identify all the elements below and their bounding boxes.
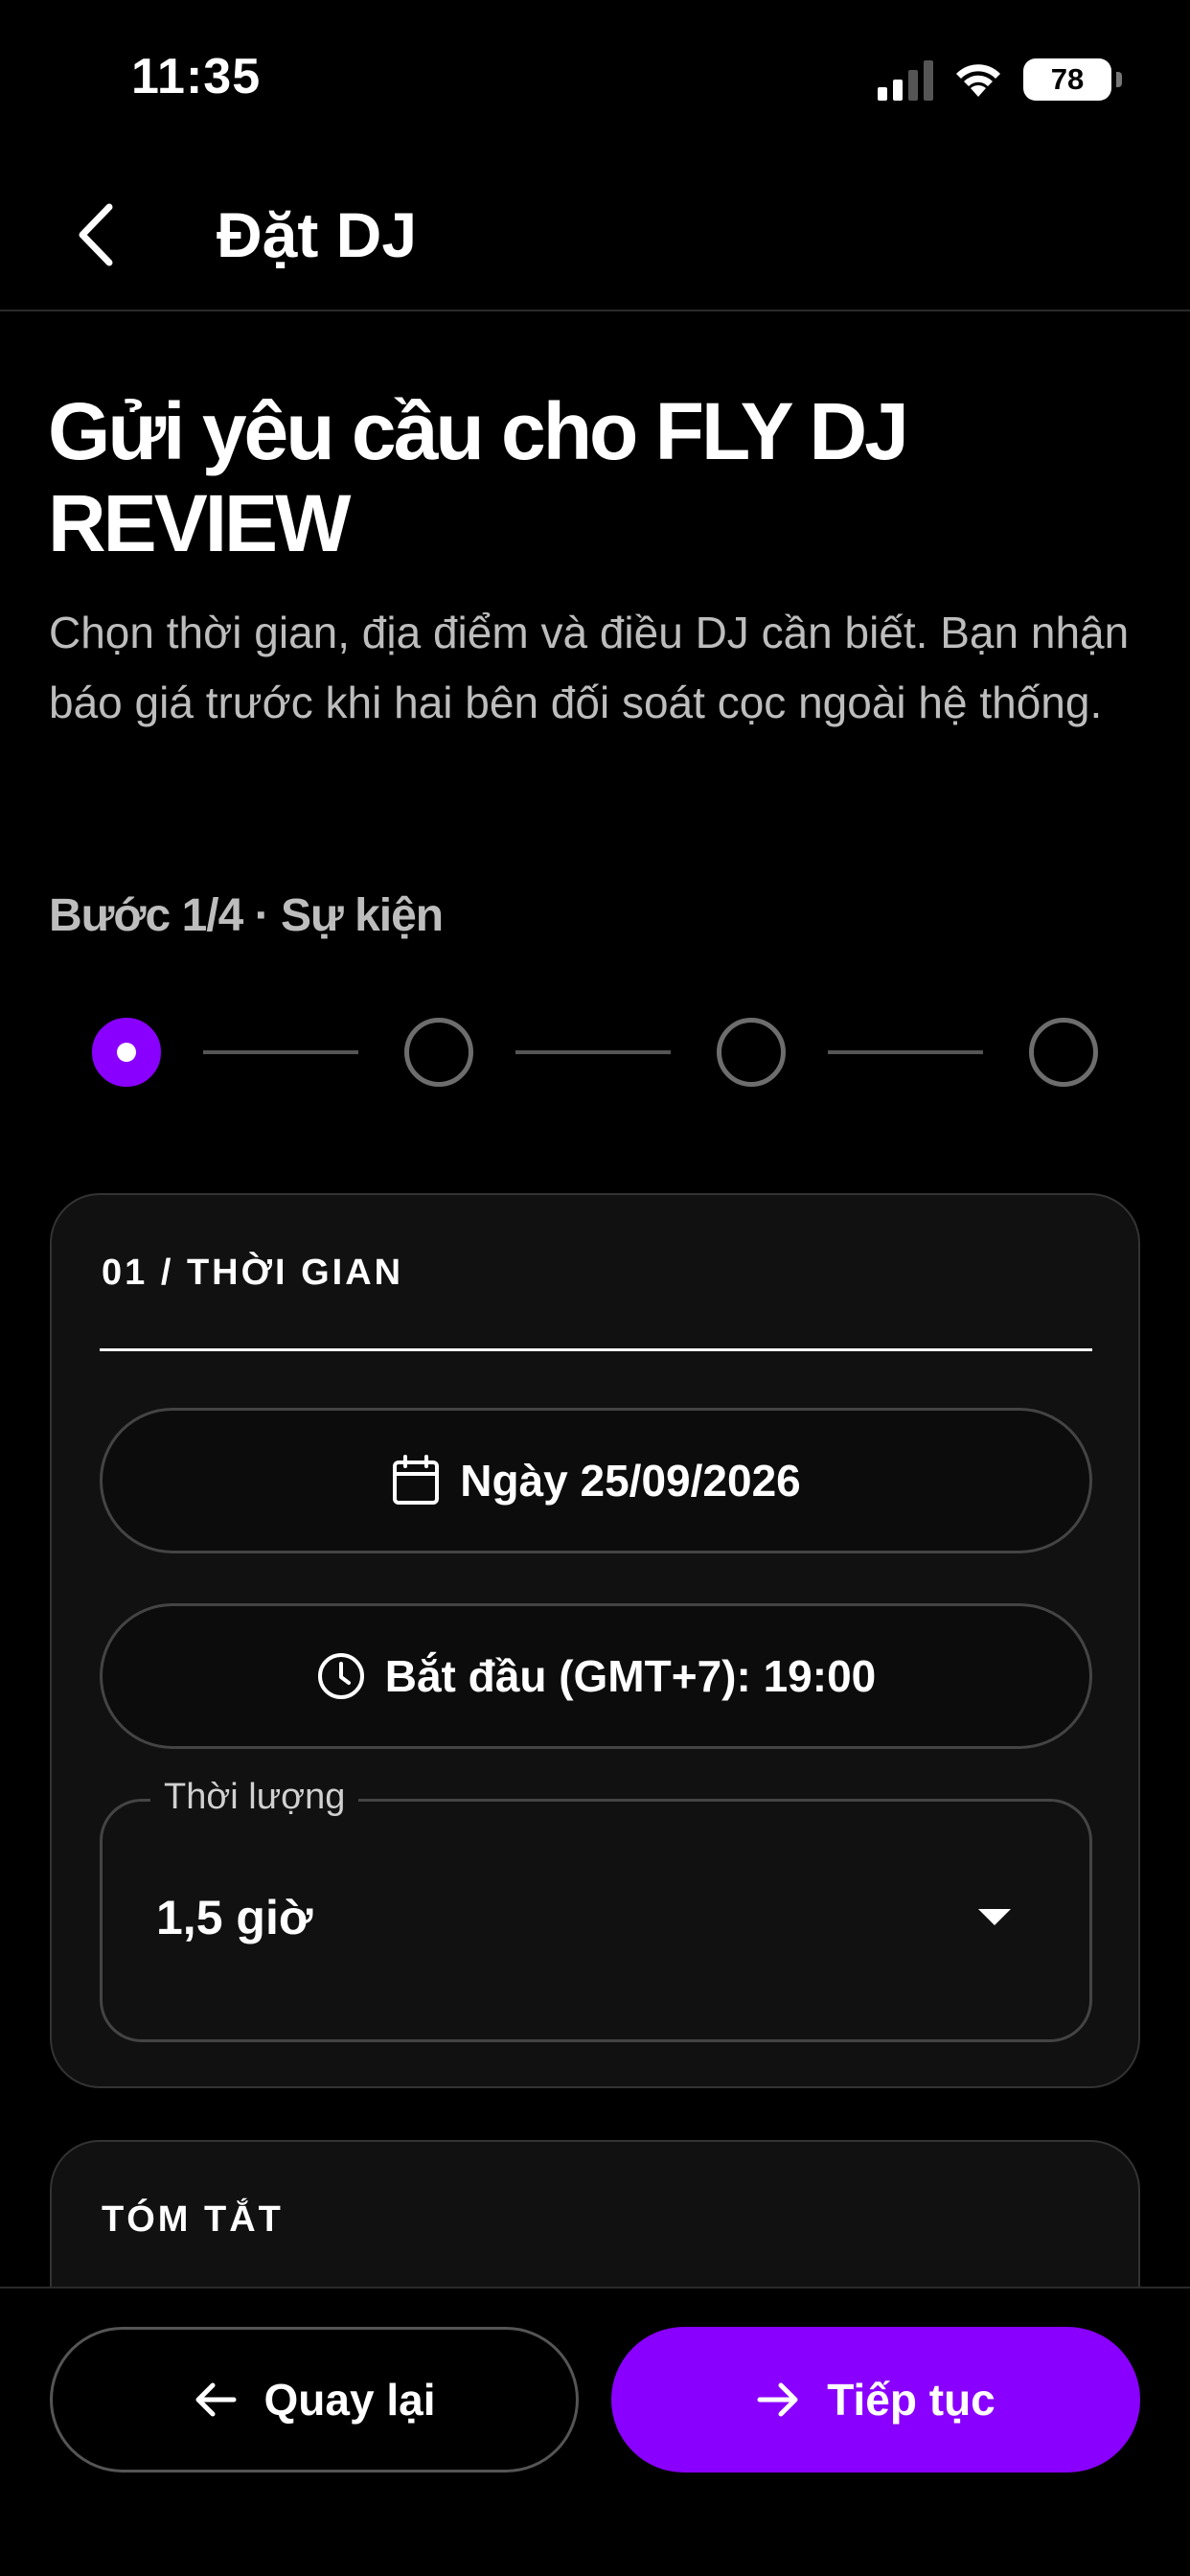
date-picker-button[interactable]: Ngày 25/09/2026 xyxy=(100,1408,1092,1553)
step-connector xyxy=(515,1050,671,1054)
card-divider xyxy=(100,1348,1092,1351)
duration-select[interactable]: Thời lượng 1,5 giờ xyxy=(100,1777,1092,2042)
status-time: 11:35 xyxy=(131,49,262,104)
status-icons: 78 xyxy=(878,58,1122,102)
wifi-icon xyxy=(956,64,1000,97)
cellular-signal-icon xyxy=(878,58,933,101)
step-indicator-1 xyxy=(92,1018,161,1087)
caret-down-icon xyxy=(978,1909,1011,1925)
start-time-picker-button[interactable]: Bắt đầu (GMT+7): 19:00 xyxy=(100,1603,1092,1749)
time-card: 01 / THỜI GIAN Ngày 25/09/2026 Bắt đầu (… xyxy=(50,1193,1140,2088)
continue-label: Tiếp tục xyxy=(827,2375,995,2425)
duration-value: 1,5 giờ xyxy=(156,1891,313,1944)
step-indicator-3 xyxy=(717,1018,786,1087)
arrow-right-icon xyxy=(757,2382,798,2417)
time-card-heading: 01 / THỜI GIAN xyxy=(102,1253,404,1293)
back-step-label: Quay lại xyxy=(263,2375,436,2425)
summary-card-heading: TÓM TẮT xyxy=(102,2199,284,2240)
start-time-label: Bắt đầu (GMT+7): 19:00 xyxy=(384,1651,877,1701)
duration-legend: Thời lượng xyxy=(150,1777,359,1818)
battery-level: 78 xyxy=(1050,62,1085,96)
status-bar: 11:35 78 xyxy=(0,0,1190,158)
header-title: Đặt DJ xyxy=(217,199,418,270)
progress-stepper xyxy=(92,1018,1098,1087)
date-picker-label: Ngày 25/09/2026 xyxy=(460,1456,801,1506)
app-header: Đặt DJ xyxy=(0,158,1190,311)
footer-actions: Quay lại Tiếp tục xyxy=(0,2287,1190,2576)
step-connector xyxy=(828,1050,983,1054)
chevron-left-icon xyxy=(79,203,113,266)
calendar-icon xyxy=(393,1455,440,1505)
clock-icon xyxy=(317,1653,364,1699)
page-subtitle: Chọn thời gian, địa điểm và điều DJ cần … xyxy=(49,608,1130,727)
page-title: Gửi yêu cầu cho FLY DJ REVIEW xyxy=(48,386,909,568)
step-label: Bước 1/4 · Sự kiện xyxy=(49,890,444,941)
step-indicator-4 xyxy=(1029,1018,1098,1087)
continue-button[interactable]: Tiếp tục xyxy=(611,2327,1140,2472)
battery-icon: 78 xyxy=(1023,58,1122,101)
arrow-left-icon xyxy=(195,2382,237,2417)
back-step-button[interactable]: Quay lại xyxy=(50,2327,579,2472)
step-indicator-2 xyxy=(404,1018,473,1087)
back-button[interactable] xyxy=(54,193,138,277)
step-connector xyxy=(203,1050,358,1054)
